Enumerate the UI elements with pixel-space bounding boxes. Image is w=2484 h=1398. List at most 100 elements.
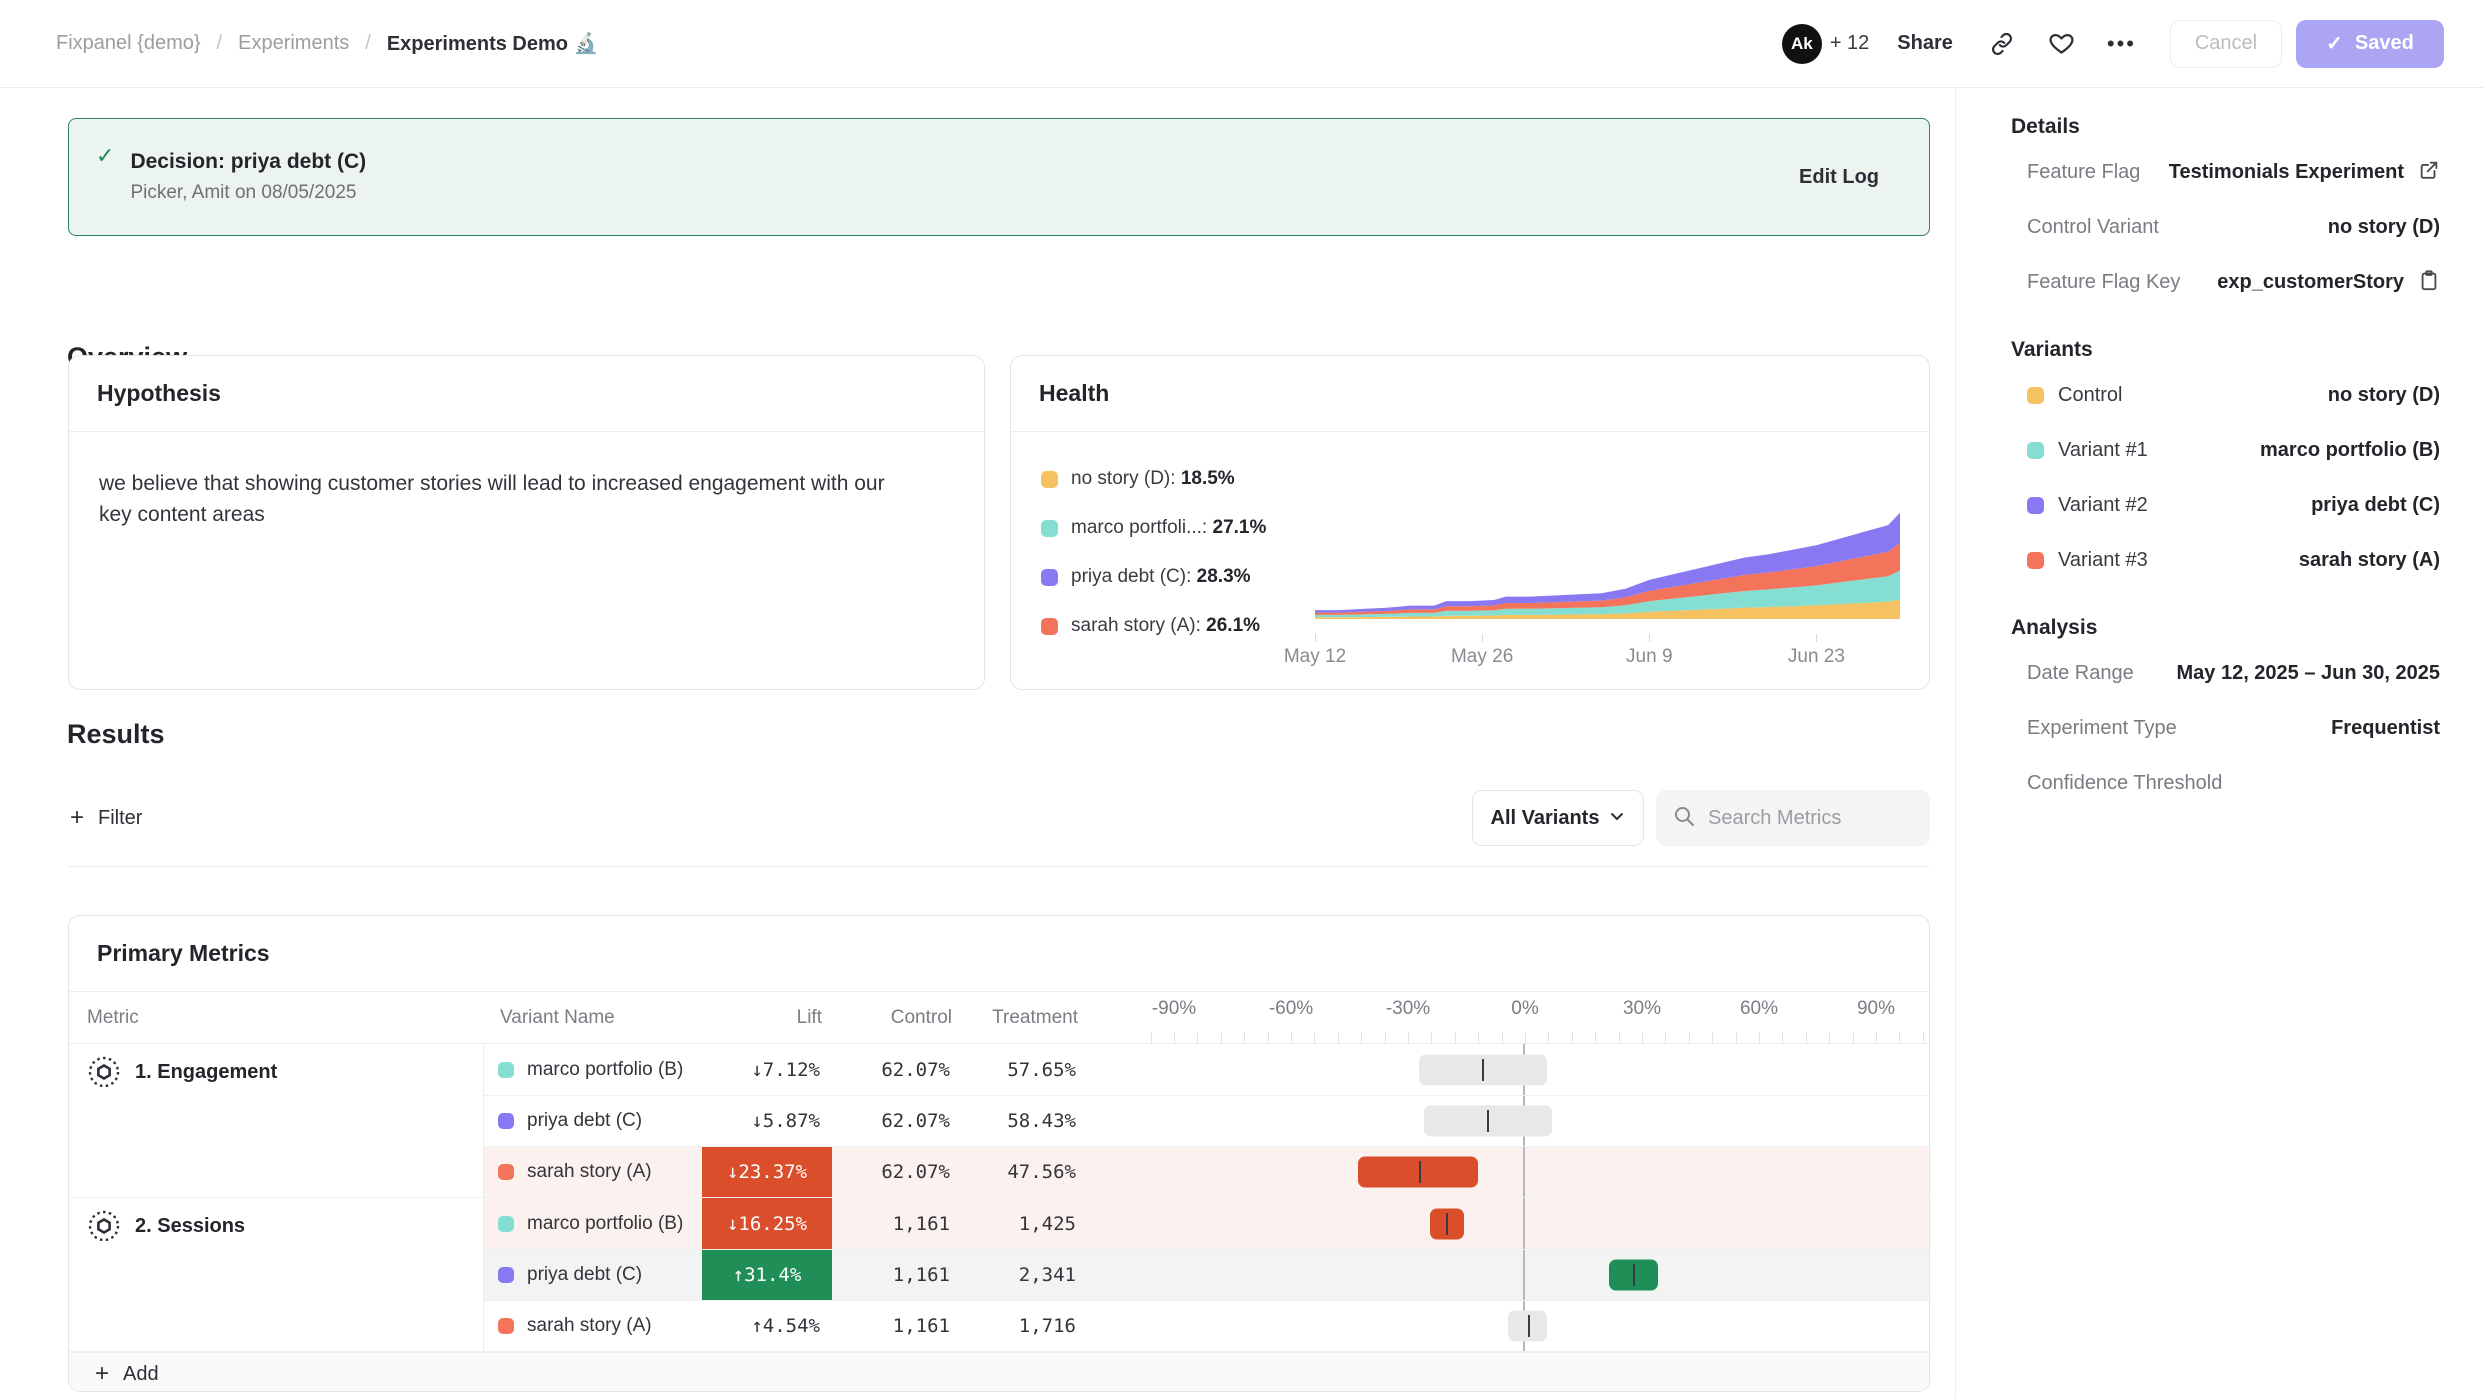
legend-color-chip [1041, 520, 1058, 537]
variants-section-title: Variants [2011, 338, 2440, 362]
divider [68, 866, 1930, 867]
ci-axis-tick [1385, 1032, 1386, 1044]
table-row[interactable]: sarah story (A)↑4.54%1,1611,716 [484, 1300, 1929, 1351]
breadcrumb: Fixpanel {demo} / Experiments / Experime… [56, 31, 598, 56]
add-metric-button[interactable]: + Add [69, 1352, 1929, 1392]
table-row[interactable]: marco portfolio (B)↓7.12%62.07%57.65% [484, 1044, 1929, 1095]
variant-name: sarah story (A) [527, 1161, 652, 1183]
ci-axis-tick [1829, 1032, 1830, 1044]
value-text: exp_customerStory [2217, 271, 2404, 294]
value-text: Testimonials Experiment [2169, 161, 2404, 184]
variants-dropdown[interactable]: All Variants [1472, 790, 1644, 846]
variant-color-chip [2027, 497, 2044, 514]
health-x-axis: May 12May 26Jun 9Jun 23 [1311, 634, 1906, 674]
clipboard-icon[interactable] [2418, 269, 2440, 297]
table-row[interactable]: priya debt (C)↑31.4%1,1612,341 [484, 1249, 1929, 1300]
legend-label: marco portfoli...: 27.1% [1071, 517, 1266, 539]
external-link-icon[interactable] [2418, 159, 2440, 187]
hypothesis-title: Hypothesis [97, 380, 221, 407]
legend-color-chip [1041, 569, 1058, 586]
ci-axis-tick [1314, 1032, 1315, 1044]
treatment-value: 2,341 [962, 1264, 1088, 1286]
ci-zero-line [1523, 1198, 1525, 1249]
avatar[interactable]: Ak [1782, 24, 1822, 64]
x-axis-tick [1482, 634, 1483, 642]
value-text: sarah story (A) [2299, 549, 2440, 572]
confidence-interval-cell [1088, 1198, 1929, 1249]
top-bar-actions: Ak + 12 Share ••• Cancel ✓ Saved [1782, 20, 2444, 68]
saved-label: Saved [2355, 32, 2414, 55]
x-axis-tick [1816, 634, 1817, 642]
table-row[interactable]: marco portfolio (B)↓16.25%1,1611,425 [484, 1198, 1929, 1249]
favorite-heart-icon[interactable] [2047, 29, 2077, 59]
top-bar: Fixpanel {demo} / Experiments / Experime… [0, 0, 2484, 88]
metric-rows: marco portfolio (B)↓16.25%1,1611,425priy… [484, 1198, 1929, 1351]
ci-axis-tick [1572, 1032, 1573, 1044]
control-value: 62.07% [832, 1110, 962, 1132]
treatment-value: 1,716 [962, 1315, 1088, 1337]
ci-axis-tick [1759, 1032, 1760, 1044]
ci-mean-tick [1528, 1315, 1530, 1337]
more-options-icon[interactable]: ••• [2107, 31, 2136, 57]
control-value: 1,161 [832, 1213, 962, 1235]
ci-mean-tick [1482, 1059, 1484, 1081]
sidebar-row-label: Feature Flag Key [2011, 271, 2180, 294]
ci-axis-tick [1291, 1032, 1292, 1044]
value-text: no story (D) [2328, 384, 2440, 407]
edit-log-button[interactable]: Edit Log [1799, 166, 1879, 189]
ci-zero-line [1523, 1147, 1525, 1197]
metric-target-icon [87, 1209, 121, 1248]
cancel-button[interactable]: Cancel [2170, 20, 2282, 68]
ci-axis-tick [1455, 1032, 1456, 1044]
breadcrumb-experiments[interactable]: Experiments [238, 32, 349, 55]
lift-value: ↑4.54% [702, 1301, 832, 1351]
ci-axis-label: -30% [1386, 998, 1430, 1020]
right-sidebar: Details Feature FlagTestimonials Experim… [1957, 89, 2484, 1398]
health-body: no story (D): 18.5%marco portfoli...: 27… [1011, 432, 1929, 690]
variant-name-cell: sarah story (A) [484, 1315, 702, 1337]
x-axis-tick [1649, 634, 1650, 642]
collaborators-count[interactable]: + 12 [1830, 32, 1869, 55]
control-value: 1,161 [832, 1264, 962, 1286]
add-label: Add [123, 1363, 159, 1386]
variant-name: sarah story (A) [527, 1315, 652, 1337]
legend-label: sarah story (A): 26.1% [1071, 615, 1260, 637]
col-control: Control [834, 1007, 964, 1029]
variant-name-cell: marco portfolio (B) [484, 1213, 702, 1235]
treatment-value: 47.56% [962, 1161, 1088, 1183]
ci-axis-tick [1619, 1032, 1620, 1044]
ci-mean-tick [1446, 1213, 1448, 1235]
col-variant: Variant Name [486, 1007, 704, 1029]
sidebar-row-label: Variant #1 [2058, 439, 2148, 462]
variant-name-cell: sarah story (A) [484, 1161, 702, 1183]
analysis-section-title: Analysis [2011, 616, 2440, 640]
ci-axis-tick [1923, 1032, 1924, 1044]
sidebar-row-label: Confidence Threshold [2011, 772, 2222, 795]
filter-button[interactable]: + Filter [70, 792, 142, 844]
variant-color-chip [2027, 442, 2044, 459]
confidence-interval-cell [1088, 1147, 1929, 1197]
experiment-page: Fixpanel {demo} / Experiments / Experime… [0, 0, 2484, 1398]
copy-link-icon[interactable] [1987, 29, 2017, 59]
chevron-down-icon [1609, 807, 1625, 830]
share-button[interactable]: Share [1897, 32, 1953, 55]
ci-axis: -90%-60%-30%0%30%60%90% [1090, 992, 1930, 1044]
decision-subtitle: Picker, Amit on 08/05/2025 [130, 182, 366, 204]
control-value: 62.07% [832, 1161, 962, 1183]
breadcrumb-current: Experiments Demo 🔬 [387, 31, 599, 56]
table-row[interactable]: priya debt (C)↓5.87%62.07%58.43% [484, 1095, 1929, 1146]
search-metrics-input[interactable] [1708, 807, 1898, 830]
ci-axis-tick [1899, 1032, 1900, 1044]
breadcrumb-project[interactable]: Fixpanel {demo} [56, 32, 201, 55]
sidebar-row-label: Date Range [2011, 662, 2134, 685]
legend-color-chip [1041, 471, 1058, 488]
sidebar-row-feature-flag: Feature Flag Testimonials Experiment [2011, 145, 2440, 200]
table-row[interactable]: sarah story (A)↓23.37%62.07%47.56% [484, 1146, 1929, 1197]
ci-axis-tick [1268, 1032, 1269, 1044]
variant-name-cell: marco portfolio (B) [484, 1059, 702, 1081]
confidence-interval-cell [1088, 1301, 1929, 1351]
sidebar-row-confidence-threshold: Confidence Threshold [2011, 756, 2440, 811]
ci-axis-tick [1361, 1032, 1362, 1044]
saved-button[interactable]: ✓ Saved [2296, 20, 2444, 68]
sidebar-row-label: Feature Flag [2011, 161, 2140, 184]
